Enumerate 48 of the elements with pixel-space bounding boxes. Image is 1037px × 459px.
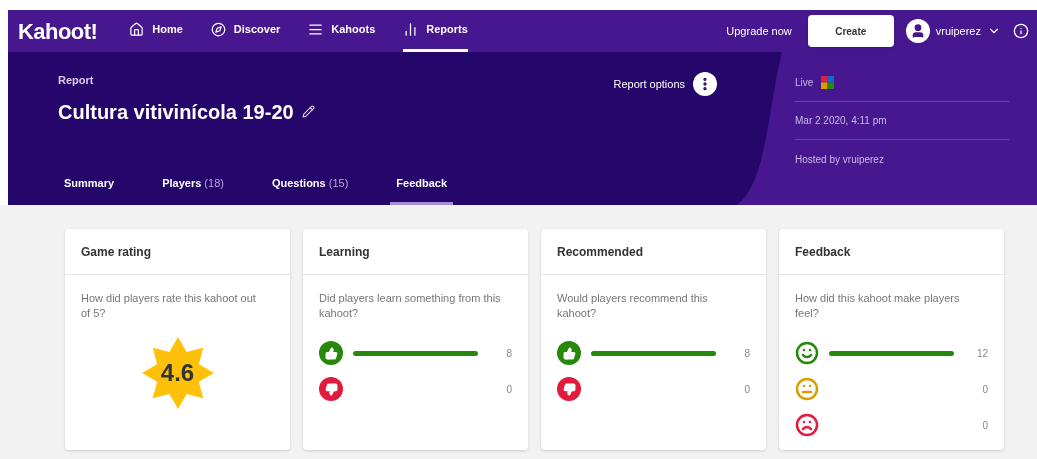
vote-count: 8 [505, 346, 512, 361]
list-icon [308, 22, 324, 37]
more-icon [693, 72, 717, 96]
report-options-button[interactable]: Report options [613, 72, 717, 96]
vote-count: 8 [743, 346, 750, 361]
vote-count: 0 [981, 382, 988, 397]
card-question: Would players recommend this kahoot? [557, 291, 709, 321]
card-title: Game rating [81, 243, 152, 261]
logo: Kahoot! [18, 17, 98, 46]
create-button[interactable]: Create [807, 15, 894, 47]
card-question: Did players learn something from this kahoot? [319, 291, 502, 321]
bar-chart-icon [403, 22, 419, 37]
thumbs-down-icon [557, 377, 581, 401]
report-title: Cultura vitivinícola 19-20 [58, 99, 294, 125]
thumbs-up-icon [319, 341, 343, 365]
meta-text: Hosted by vruiperez [795, 152, 884, 167]
compass-icon [210, 22, 226, 37]
card-title: Feedback [795, 243, 851, 261]
nav-link[interactable]: Discover [210, 10, 281, 52]
upgrade-link[interactable]: Upgrade now [726, 22, 792, 40]
sad-face-icon [795, 413, 819, 437]
tab[interactable]: Players (18) [156, 165, 230, 205]
nav-link[interactable]: Kahoots [308, 10, 376, 52]
username[interactable]: vruiperez [935, 22, 981, 40]
vote-count: 0 [981, 418, 988, 433]
card-title: Learning [319, 243, 370, 261]
pencil-icon[interactable] [301, 105, 315, 118]
neutral-face-icon [795, 377, 819, 401]
thumbs-down-icon [319, 377, 343, 401]
card-title: Recommended [557, 243, 644, 261]
card-question: How did players rate this kahoot out of 5? [81, 291, 257, 321]
game-grid-icon [821, 76, 835, 89]
thumbs-up-icon [557, 341, 581, 365]
avatar-icon[interactable] [905, 19, 930, 43]
eyebrow-label: Report [58, 73, 95, 88]
nav-link[interactable]: Home [129, 10, 183, 52]
vote-count: 0 [743, 382, 750, 397]
meta-text: Live [795, 76, 814, 90]
tab[interactable]: Summary [58, 165, 121, 205]
info-icon[interactable] [1013, 23, 1029, 39]
tab[interactable]: Questions (15) [265, 165, 355, 205]
vote-count: 12 [975, 346, 988, 361]
home-icon [129, 22, 145, 37]
vote-count: 0 [505, 382, 512, 397]
meta-text: Mar 2 2020, 4:11 pm [795, 114, 887, 128]
card-question: How did this kahoot make players feel? [795, 291, 961, 321]
smiley-icon [795, 341, 819, 365]
rating-score: 4.6 [160, 358, 195, 388]
